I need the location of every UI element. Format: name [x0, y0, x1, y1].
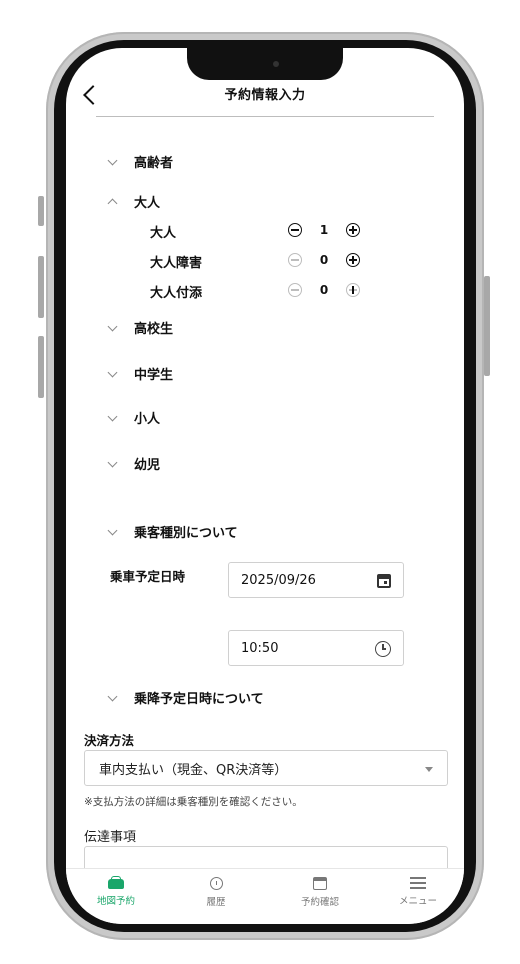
nav-history[interactable]: 履歴 [176, 877, 256, 908]
nav-label: 地図予約 [96, 896, 135, 907]
subcategory-label: 大人付添 [150, 286, 203, 301]
camera [273, 61, 279, 67]
chevron-down-icon [106, 525, 120, 539]
counter-adult-attendant: 0 [288, 283, 360, 297]
bottom-nav: 地図予約 履歴 予約確認 メニュー [66, 868, 464, 924]
category-label: 中学生 [134, 368, 174, 383]
passenger-type-info-toggle[interactable]: 乗客種別について [106, 522, 238, 541]
boarding-datetime-label: 乗車予定日時 [110, 569, 186, 584]
chevron-down-icon [106, 411, 120, 425]
boarding-time-field[interactable]: 10:50 [228, 630, 404, 666]
history-icon [209, 877, 223, 890]
caret-down-icon [425, 767, 433, 772]
counter-adult: 1 [288, 223, 360, 237]
category-high-school[interactable]: 高校生 [106, 318, 173, 337]
count-value: 1 [319, 223, 329, 237]
screen: 予約情報入力 高齢者 大人 大人 1 大人障害 0 大人付添 0 高校生 中学生… [66, 48, 464, 924]
memo-label: 伝達事項 [84, 830, 137, 845]
category-label: 幼児 [134, 458, 161, 473]
increment-button[interactable] [346, 223, 360, 237]
chevron-down-icon [106, 691, 120, 705]
counter-adult-disabled: 0 [288, 253, 360, 267]
category-elderly[interactable]: 高齢者 [106, 152, 173, 171]
category-adult[interactable]: 大人 [106, 192, 160, 211]
phone-side-button-power [484, 276, 490, 376]
nav-label: メニュー [398, 896, 437, 907]
category-label: 大人 [134, 196, 161, 211]
increment-button[interactable] [346, 283, 360, 297]
increment-button[interactable] [346, 253, 360, 267]
chevron-down-icon [106, 321, 120, 335]
info-toggle-label: 乗降予定日時について [134, 692, 264, 707]
count-value: 0 [319, 283, 329, 297]
category-child[interactable]: 小人 [106, 408, 160, 427]
boarding-date-field[interactable]: 2025/09/26 [228, 562, 404, 598]
boarding-info-toggle[interactable]: 乗降予定日時について [106, 688, 264, 707]
nav-map-reserve[interactable]: 地図予約 [76, 876, 156, 907]
chevron-down-icon [106, 155, 120, 169]
category-label: 高校生 [134, 322, 174, 337]
subcategory-label: 大人障害 [150, 256, 203, 271]
notch [187, 48, 343, 80]
payment-method-label: 決済方法 [84, 733, 135, 748]
header: 予約情報入力 [66, 78, 464, 118]
header-divider [96, 116, 434, 117]
car-icon [108, 876, 124, 889]
boarding-time-value: 10:50 [241, 640, 279, 656]
chevron-down-icon [106, 457, 120, 471]
nav-menu[interactable]: メニュー [378, 877, 458, 907]
decrement-button[interactable] [288, 283, 302, 297]
hamburger-menu-icon [410, 877, 426, 889]
info-toggle-label: 乗客種別について [134, 526, 238, 541]
page-title: 予約情報入力 [224, 88, 306, 103]
nav-label: 予約確認 [300, 897, 339, 908]
subcategory-label: 大人 [150, 226, 177, 241]
decrement-button[interactable] [288, 223, 302, 237]
payment-method-value: 車内支払い（現金、QR決済等） [99, 762, 288, 778]
category-middle-school[interactable]: 中学生 [106, 364, 173, 383]
count-value: 0 [319, 253, 329, 267]
chevron-down-icon [106, 367, 120, 381]
calendar-icon [313, 877, 327, 890]
calendar-icon[interactable] [377, 574, 391, 588]
clock-icon[interactable] [375, 641, 391, 657]
nav-reservation-check[interactable]: 予約確認 [280, 877, 360, 908]
chevron-up-icon [106, 195, 120, 209]
category-label: 小人 [134, 412, 161, 427]
phone-side-button-volume-up [38, 256, 44, 318]
nav-label: 履歴 [206, 897, 226, 908]
category-label: 高齢者 [134, 156, 174, 171]
decrement-button[interactable] [288, 253, 302, 267]
category-infant[interactable]: 幼児 [106, 454, 160, 473]
payment-note: ※支払方法の詳細は乗客種別を確認ください。 [84, 796, 303, 808]
phone-side-button-silent [38, 196, 44, 226]
phone-side-button-volume-down [38, 336, 44, 398]
boarding-date-value: 2025/09/26 [241, 572, 316, 588]
payment-method-select[interactable]: 車内支払い（現金、QR決済等） [84, 750, 448, 786]
